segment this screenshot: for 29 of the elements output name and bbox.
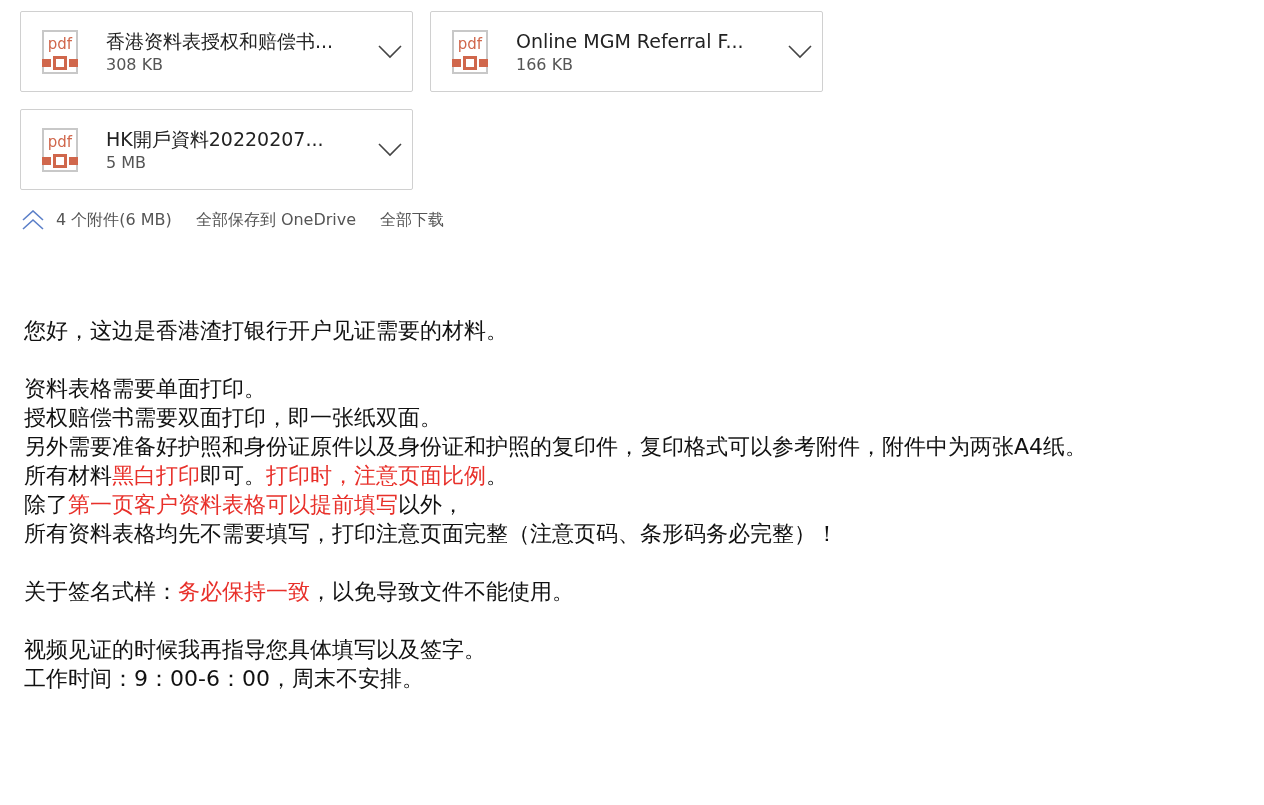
message-line: 授权赔偿书需要双面打印，即一张纸双面。 bbox=[24, 404, 443, 432]
file-size: 166 KB bbox=[516, 53, 575, 76]
message-line: 另外需要准备好护照和身份证原件以及身份证和护照的复印件，复印格式可以参考附件，附件中为两张A4纸。 bbox=[24, 433, 1089, 461]
chevron-down-icon[interactable] bbox=[378, 142, 402, 157]
double-chevron-up-icon[interactable] bbox=[22, 210, 44, 230]
file-size: 308 KB bbox=[106, 53, 165, 76]
chevron-down-icon[interactable] bbox=[378, 44, 402, 59]
message-line: 视频见证的时候我再指导您具体填写以及签字。 bbox=[24, 636, 487, 664]
file-name: HK開戶資料20220207... bbox=[106, 126, 325, 152]
message-line: 工作时间：9：00-6：00，周末不安排。 bbox=[24, 665, 425, 693]
attachment-summary: 4 个附件(6 MB) bbox=[56, 209, 172, 231]
file-name: 香港资料表授权和赔偿书... bbox=[106, 28, 335, 54]
pdf-icon: pdf bbox=[42, 127, 78, 172]
pdf-icon: pdf bbox=[42, 29, 78, 74]
file-size: 5 MB bbox=[106, 151, 148, 174]
chevron-down-icon[interactable] bbox=[788, 44, 812, 59]
file-name: Online MGM Referral F... bbox=[516, 28, 745, 54]
attachment-card[interactable]: pdf Online MGM Referral F... 166 KB bbox=[430, 11, 823, 92]
attachment-card[interactable]: pdf HK開戶資料20220207... 5 MB bbox=[20, 109, 413, 190]
save-all-link[interactable]: 全部保存到 OneDrive bbox=[195, 208, 357, 232]
attachment-card[interactable]: pdf 香港资料表授权和赔偿书... 308 KB bbox=[20, 11, 413, 92]
message-line: 您好，这边是香港渣打银行开户见证需要的材料。 bbox=[24, 317, 509, 345]
message-line: 除了第一页客户资料表格可以提前填写以外， bbox=[24, 491, 465, 519]
download-all-link[interactable]: 全部下载 bbox=[380, 208, 445, 232]
message-line: 关于签名式样：务必保持一致，以免导致文件不能使用。 bbox=[24, 578, 575, 606]
pdf-icon: pdf bbox=[452, 29, 488, 74]
message-line: 所有材料黑白打印即可。打印时，注意页面比例。 bbox=[24, 462, 509, 490]
message-line: 所有资料表格均先不需要填写，打印注意页面完整（注意页码、条形码务必完整）！ bbox=[24, 520, 839, 548]
message-line: 资料表格需要单面打印。 bbox=[24, 375, 267, 403]
